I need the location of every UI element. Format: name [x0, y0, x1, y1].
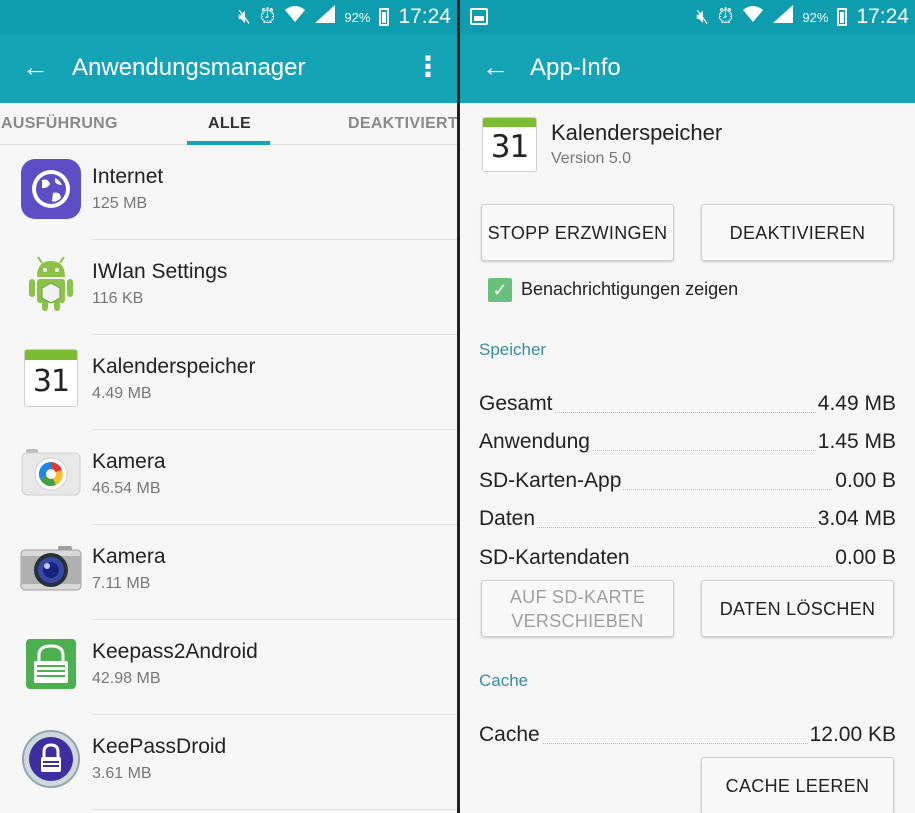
storage-row: Anwendung 1.45 MB: [479, 430, 896, 460]
app-name: Kalenderspeicher: [92, 355, 256, 378]
storage-label: SD-Karten-App: [479, 469, 624, 493]
storage-label: Anwendung: [479, 430, 592, 454]
mute-icon: 🔇︎: [238, 5, 251, 28]
page-title: App-Info: [530, 54, 621, 81]
wifi-icon: [284, 4, 306, 30]
app-size: 4.49 MB: [92, 385, 152, 402]
storage-label: SD-Kartendaten: [479, 546, 632, 570]
app-name: Kalenderspeicher: [551, 120, 723, 145]
notifications-checkbox[interactable]: ✓: [488, 278, 512, 302]
storage-heading: Speicher: [479, 340, 547, 359]
app-info-screen: 🔇︎ ⏰︎ 92% 17:24 ← App-Info 31 Kalendersp…: [460, 0, 915, 813]
calendar-icon: 31: [20, 348, 82, 410]
status-bar: 🔇︎ ⏰︎ 92% 17:24: [460, 0, 915, 34]
app-size: 42.98 MB: [92, 670, 161, 687]
storage-label: Daten: [479, 507, 538, 531]
app-name: Kamera: [92, 545, 166, 568]
move-to-sd-button[interactable]: AUF SD-KARTE VERSCHIEBEN: [481, 580, 674, 637]
clock: 17:24: [856, 5, 909, 28]
keepassdroid-icon: [20, 728, 82, 790]
battery-percent: 92%: [802, 9, 829, 25]
status-bar: 🔇︎ ⏰︎ 92% 17:24: [0, 0, 457, 34]
app-size: 116 KB: [92, 290, 144, 307]
page-title: Anwendungsmanager: [72, 54, 306, 81]
app-manager-screen: 🔇︎ ⏰︎ 92% 17:24 ← Anwendungsmanager ⋮ AU…: [0, 0, 457, 813]
app-name: Internet: [92, 165, 164, 188]
android-icon: [20, 253, 82, 315]
divider: [92, 809, 457, 810]
app-size: 3.61 MB: [92, 765, 152, 782]
back-arrow-icon[interactable]: ←: [22, 52, 52, 82]
signal-icon: [773, 5, 794, 29]
battery-percent: 92%: [344, 9, 371, 25]
app-name: Keepass2Android: [92, 640, 258, 663]
mute-icon: 🔇︎: [696, 5, 709, 28]
tab-bar: AUSFÜHRUNG ALLE DEAKTIVIERT: [0, 103, 457, 145]
storage-row: SD-Kartendaten 0.00 B: [479, 546, 896, 576]
cache-label: Cache: [479, 723, 542, 747]
force-stop-button[interactable]: STOPP ERZWINGEN: [481, 204, 674, 261]
app-size: 46.54 MB: [92, 480, 161, 497]
cache-heading: Cache: [479, 671, 529, 690]
list-item[interactable]: IWlan Settings 116 KB: [0, 240, 457, 335]
alarm-icon: ⏰︎: [259, 5, 276, 28]
list-item[interactable]: KeePassDroid 3.61 MB: [0, 715, 457, 810]
tab-running[interactable]: AUSFÜHRUNG: [1, 115, 118, 133]
storage-value: 4.49 MB: [815, 392, 896, 416]
back-arrow-icon[interactable]: ←: [482, 52, 512, 82]
alarm-icon: ⏰︎: [717, 5, 734, 28]
list-item[interactable]: Kamera 46.54 MB: [0, 430, 457, 525]
storage-row: SD-Karten-App 0.00 B: [479, 469, 896, 499]
clear-cache-button[interactable]: CACHE LEEREN: [701, 757, 894, 813]
camera-icon: [20, 538, 82, 600]
gallery-icon: [470, 8, 488, 25]
battery-icon: [837, 8, 848, 26]
storage-label: Gesamt: [479, 392, 555, 416]
overflow-menu-icon[interactable]: ⋮: [413, 50, 443, 86]
storage-value: 3.04 MB: [815, 507, 896, 531]
list-item[interactable]: 31 Kalenderspeicher 4.49 MB: [0, 335, 457, 430]
app-size: 125 MB: [92, 195, 148, 212]
cache-value: 12.00 KB: [807, 723, 896, 747]
disable-button[interactable]: DEAKTIVIEREN: [701, 204, 894, 261]
clear-data-button[interactable]: DATEN LÖSCHEN: [701, 580, 894, 637]
storage-row: Daten 3.04 MB: [479, 507, 896, 537]
keepass2android-icon: [20, 633, 82, 695]
app-bar: ← App-Info: [460, 34, 915, 103]
app-bar: ← Anwendungsmanager ⋮: [0, 34, 457, 103]
wifi-icon: [742, 4, 764, 30]
storage-value: 0.00 B: [833, 469, 896, 493]
list-item[interactable]: Kamera 7.11 MB: [0, 525, 457, 620]
camera-icon: [20, 443, 82, 505]
notifications-label: Benachrichtigungen zeigen: [521, 279, 739, 299]
calendar-icon: 31: [482, 117, 537, 172]
clock: 17:24: [398, 5, 451, 28]
internet-icon: [20, 158, 82, 220]
storage-row: Gesamt 4.49 MB: [479, 392, 896, 422]
cache-row: Cache 12.00 KB: [479, 723, 896, 753]
app-name: IWlan Settings: [92, 260, 228, 283]
storage-value: 1.45 MB: [815, 430, 896, 454]
storage-value: 0.00 B: [833, 546, 896, 570]
app-name: Kamera: [92, 450, 166, 473]
list-item[interactable]: Internet 125 MB: [0, 145, 457, 240]
tab-all[interactable]: ALLE: [208, 115, 251, 133]
tab-disabled[interactable]: DEAKTIVIERT: [348, 115, 457, 133]
signal-icon: [315, 5, 336, 29]
list-item[interactable]: Keepass2Android 42.98 MB: [0, 620, 457, 715]
app-name: KeePassDroid: [92, 735, 227, 758]
app-version: Version 5.0: [551, 150, 632, 167]
battery-icon: [379, 8, 390, 26]
app-size: 7.11 MB: [92, 575, 151, 592]
